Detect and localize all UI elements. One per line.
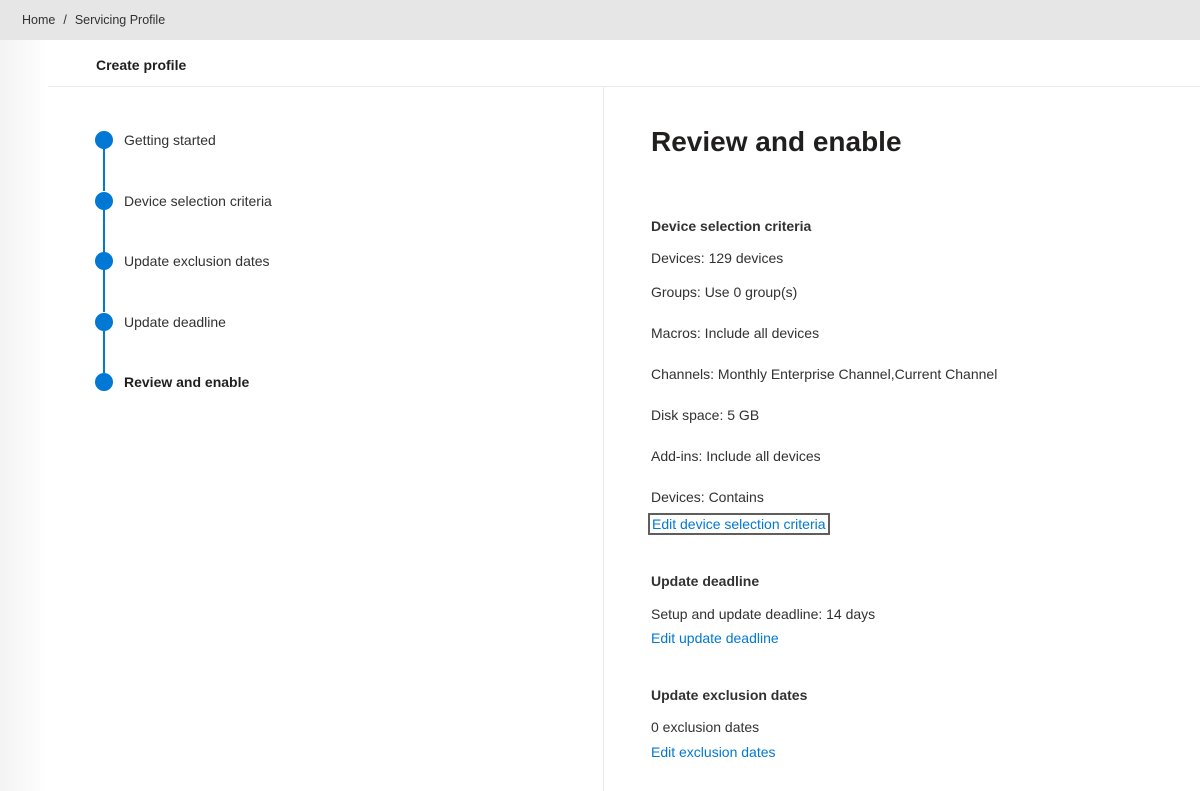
left-nav-edge: [0, 40, 48, 791]
step-label: Update deadline: [124, 313, 226, 330]
summary-disk-space: Disk space: 5 GB: [651, 407, 760, 423]
edit-update-deadline-link[interactable]: Edit update deadline: [651, 630, 779, 646]
step-connector: [103, 270, 105, 312]
step-connector: [103, 330, 105, 373]
page-header: Create profile: [48, 40, 1200, 87]
section-title-device-selection: Device selection criteria: [651, 218, 812, 234]
step-complete-dot-icon: [95, 312, 113, 331]
page-title: Create profile: [96, 57, 187, 73]
step-complete-dot-icon: [95, 131, 113, 149]
summary-deadline: Setup and update deadline: 14 days: [651, 606, 876, 622]
summary-devices: Devices: 129 devices: [651, 250, 784, 266]
summary-exclusion-dates: 0 exclusion dates: [651, 719, 760, 735]
step-review-and-enable[interactable]: Review and enable: [95, 372, 495, 433]
summary-groups: Groups: Use 0 group(s): [651, 284, 798, 300]
section-title-update-deadline: Update deadline: [651, 573, 760, 589]
summary-add-ins: Add-ins: Include all devices: [651, 448, 821, 464]
summary-channels: Channels: Monthly Enterprise Channel,Cur…: [651, 366, 998, 382]
edit-exclusion-dates-link[interactable]: Edit exclusion dates: [651, 744, 776, 760]
step-label: Getting started: [124, 132, 216, 148]
step-label: Device selection criteria: [124, 192, 272, 209]
breadcrumb: Home / Servicing Profile: [0, 0, 1200, 40]
step-current-dot-icon: [95, 373, 113, 391]
step-update-exclusion-dates[interactable]: Update exclusion dates: [95, 251, 495, 312]
summary-devices-contains: Devices: Contains: [651, 489, 764, 505]
panel-divider: [603, 87, 604, 791]
step-label: Review and enable: [124, 374, 250, 390]
breadcrumb-separator: /: [63, 13, 67, 27]
section-title-update-exclusion: Update exclusion dates: [651, 687, 808, 703]
step-getting-started[interactable]: Getting started: [95, 130, 495, 191]
breadcrumb-home[interactable]: Home: [22, 13, 55, 27]
step-complete-dot-icon: [95, 252, 113, 270]
step-connector: [103, 209, 105, 252]
step-label: Update exclusion dates: [124, 253, 270, 269]
step-complete-dot-icon: [95, 191, 113, 210]
edit-device-selection-link[interactable]: Edit device selection criteria: [648, 513, 830, 535]
review-heading: Review and enable: [651, 126, 902, 157]
breadcrumb-servicing-profile[interactable]: Servicing Profile: [75, 13, 165, 27]
step-connector: [103, 149, 105, 191]
step-device-selection-criteria[interactable]: Device selection criteria: [95, 191, 495, 252]
summary-macros: Macros: Include all devices: [651, 325, 820, 341]
wizard-steps: Getting started Device selection criteri…: [95, 130, 495, 433]
step-update-deadline[interactable]: Update deadline: [95, 312, 495, 373]
